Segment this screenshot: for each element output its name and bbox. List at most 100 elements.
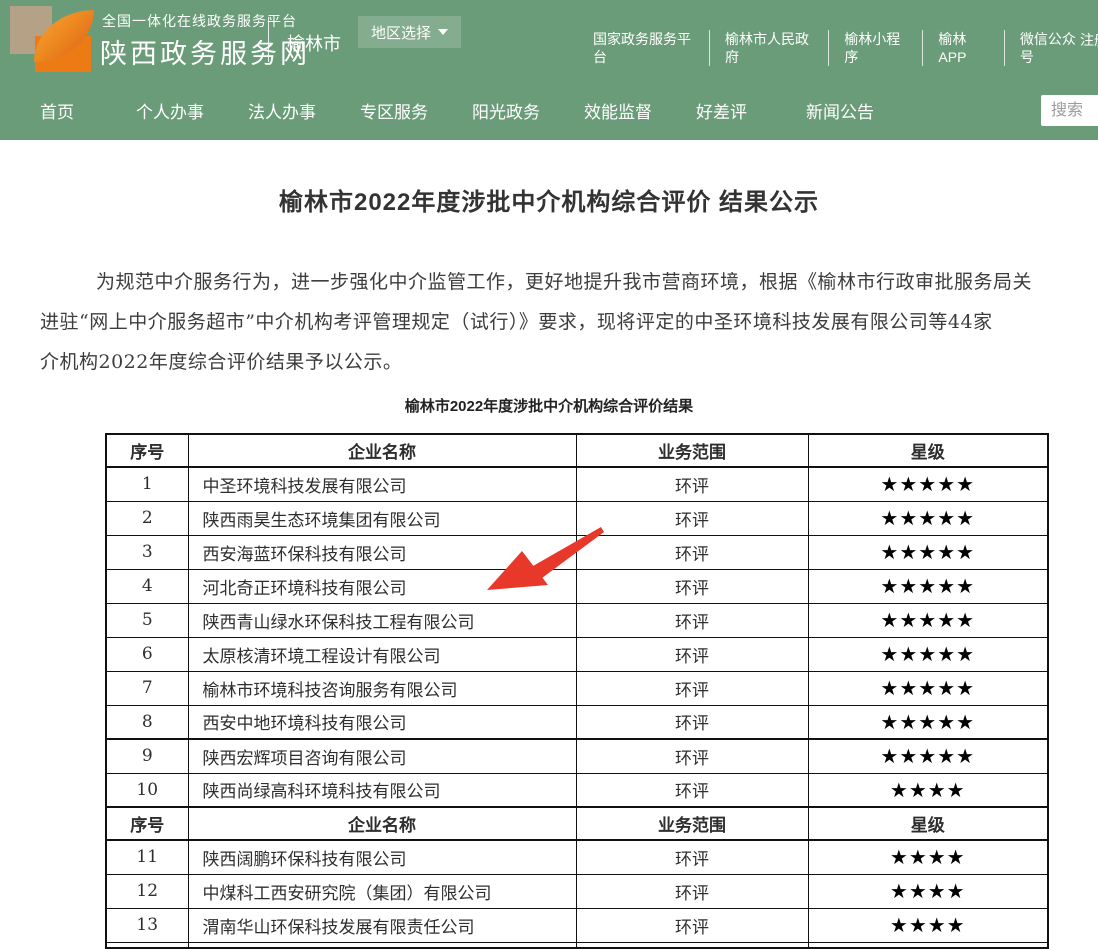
nav-item-zone-services[interactable]: 专区服务 [360, 103, 428, 122]
empty-cell [576, 942, 808, 948]
table-row: 11陕西阔鹏环保科技有限公司环评★★★★ [106, 840, 1048, 874]
site-name: 陕西政务服务网 [100, 32, 310, 71]
star-rating-cell: ★★★★★ [808, 739, 1048, 773]
table-row: 12中煤科工西安研究院（集团）有限公司环评★★★★ [106, 874, 1048, 908]
nav-item-personal-services[interactable]: 个人办事 [136, 103, 204, 122]
paragraph-line: 介机构2022年度综合评价结果予以公示。 [40, 342, 1098, 382]
top-links: 国家政务服务平台 榆林市人民政府 榆林小程序 榆林APP 微信公众号 [578, 30, 1098, 66]
business-scope-cell: 环评 [576, 908, 808, 942]
page-title: 榆林市2022年度涉批中介机构综合评价 结果公示 [0, 182, 1098, 217]
brand-divider [268, 17, 269, 62]
star-rating-cell: ★★★★ [808, 874, 1048, 908]
nav-item-news[interactable]: 新闻公告 [806, 103, 874, 122]
company-name-cell: 渭南华山环保科技发展有限责任公司 [188, 908, 576, 942]
business-scope-cell: 环评 [576, 637, 808, 671]
company-name-cell: 陕西雨昊生态环境集团有限公司 [188, 501, 576, 535]
chevron-down-icon [438, 29, 448, 35]
row-index-cell: 8 [106, 705, 188, 739]
business-scope-cell: 环评 [576, 569, 808, 603]
site-logo[interactable] [10, 6, 92, 72]
company-name-cell: 陕西尚绿高科环境科技有限公司 [188, 773, 576, 807]
company-name-cell: 河北奇正环境科技有限公司 [188, 569, 576, 603]
table-row: 5陕西青山绿水环保科技工程有限公司环评★★★★★ [106, 603, 1048, 637]
page: { "header": { "platform_label": "全国一体化在线… [0, 0, 1098, 947]
star-rating-cell: ★★★★★ [808, 637, 1048, 671]
link-yulin-miniprogram[interactable]: 榆林小程序 [828, 30, 922, 66]
row-index-cell: 6 [106, 637, 188, 671]
business-scope-cell: 环评 [576, 467, 808, 501]
nav-item-open-government[interactable]: 阳光政务 [472, 103, 540, 122]
column-header: 序号 [106, 807, 188, 840]
business-scope-cell: 环评 [576, 603, 808, 637]
column-header: 星级 [808, 434, 1048, 467]
star-rating-cell: ★★★★★ [808, 535, 1048, 569]
column-header: 企业名称 [188, 434, 576, 467]
column-header: 业务范围 [576, 807, 808, 840]
empty-cell [106, 942, 188, 948]
table-row [106, 942, 1048, 948]
business-scope-cell: 环评 [576, 874, 808, 908]
star-rating-cell: ★★★★★ [808, 705, 1048, 739]
column-header: 序号 [106, 434, 188, 467]
nav-item-efficiency-supervision[interactable]: 效能监督 [584, 103, 652, 122]
star-rating-cell: ★★★★ [808, 773, 1048, 807]
table-header-row: 序号企业名称业务范围星级 [106, 807, 1048, 840]
search-input[interactable] [1041, 95, 1098, 126]
row-index-cell: 2 [106, 501, 188, 535]
business-scope-cell: 环评 [576, 773, 808, 807]
business-scope-cell: 环评 [576, 501, 808, 535]
site-header: 全国一体化在线政务服务平台 陕西政务服务网 榆林市 地区选择 国家政务服务平台 … [0, 0, 1098, 140]
nav-item-corporate-services[interactable]: 法人办事 [248, 103, 316, 122]
link-national-platform[interactable]: 国家政务服务平台 [578, 30, 709, 66]
company-name-cell: 榆林市环境科技咨询服务有限公司 [188, 671, 576, 705]
region-select-label: 地区选择 [371, 22, 431, 43]
column-header: 星级 [808, 807, 1048, 840]
row-index-cell: 13 [106, 908, 188, 942]
company-name-cell: 西安海蓝环保科技有限公司 [188, 535, 576, 569]
star-rating-cell: ★★★★★ [808, 501, 1048, 535]
row-index-cell: 1 [106, 467, 188, 501]
row-index-cell: 4 [106, 569, 188, 603]
region-select-button[interactable]: 地区选择 [358, 16, 461, 48]
row-index-cell: 3 [106, 535, 188, 569]
current-city-label: 榆林市 [287, 30, 341, 56]
star-rating-cell: ★★★★★ [808, 671, 1048, 705]
star-rating-cell: ★★★★★ [808, 603, 1048, 637]
row-index-cell: 12 [106, 874, 188, 908]
main-nav: 首页 个人办事 法人办事 专区服务 阳光政务 效能监督 好差评 新闻公告 [0, 80, 1098, 140]
table-row: 6太原核清环境工程设计有限公司环评★★★★★ [106, 637, 1048, 671]
empty-cell [188, 942, 576, 948]
link-yulin-government[interactable]: 榆林市人民政府 [709, 30, 828, 66]
table-row: 8西安中地环境科技有限公司环评★★★★★ [106, 705, 1048, 739]
announcement-document: 榆林市2022年度涉批中介机构综合评价 结果公示 为规范中介服务行为，进一步强化… [0, 140, 1098, 947]
company-name-cell: 太原核清环境工程设计有限公司 [188, 637, 576, 671]
row-index-cell: 7 [106, 671, 188, 705]
business-scope-cell: 环评 [576, 840, 808, 874]
table-row: 2陕西雨昊生态环境集团有限公司环评★★★★★ [106, 501, 1048, 535]
table-row: 13渭南华山环保科技发展有限责任公司环评★★★★ [106, 908, 1048, 942]
table-row: 9陕西宏辉项目咨询有限公司环评★★★★★ [106, 739, 1048, 773]
business-scope-cell: 环评 [576, 739, 808, 773]
company-name-cell: 中圣环境科技发展有限公司 [188, 467, 576, 501]
business-scope-cell: 环评 [576, 705, 808, 739]
row-index-cell: 9 [106, 739, 188, 773]
table-header-row: 序号企业名称业务范围星级 [106, 434, 1048, 467]
main-nav-list: 首页 个人办事 法人办事 专区服务 阳光政务 效能监督 好差评 新闻公告 [0, 80, 1098, 140]
row-index-cell: 11 [106, 840, 188, 874]
table-row: 7榆林市环境科技咨询服务有限公司环评★★★★★ [106, 671, 1048, 705]
register-link[interactable]: 注册 [1080, 30, 1098, 50]
column-header: 业务范围 [576, 434, 808, 467]
nav-item-rating[interactable]: 好差评 [696, 103, 747, 122]
table-row: 10陕西尚绿高科环境科技有限公司环评★★★★ [106, 773, 1048, 807]
star-rating-cell: ★★★★★ [808, 467, 1048, 501]
table-caption: 榆林市2022年度涉批中介机构综合评价结果 [0, 395, 1098, 416]
star-rating-cell: ★★★★ [808, 840, 1048, 874]
row-index-cell: 10 [106, 773, 188, 807]
star-rating-cell: ★★★★ [808, 908, 1048, 942]
link-yulin-app[interactable]: 榆林APP [922, 30, 1004, 66]
nav-item-home[interactable]: 首页 [40, 103, 74, 122]
paragraph-line: 为规范中介服务行为，进一步强化中介监管工作，更好地提升我市营商环境，根据《榆林市… [40, 262, 1098, 302]
table-row: 3西安海蓝环保科技有限公司环评★★★★★ [106, 535, 1048, 569]
table-row: 1中圣环境科技发展有限公司环评★★★★★ [106, 467, 1048, 501]
company-name-cell: 陕西青山绿水环保科技工程有限公司 [188, 603, 576, 637]
